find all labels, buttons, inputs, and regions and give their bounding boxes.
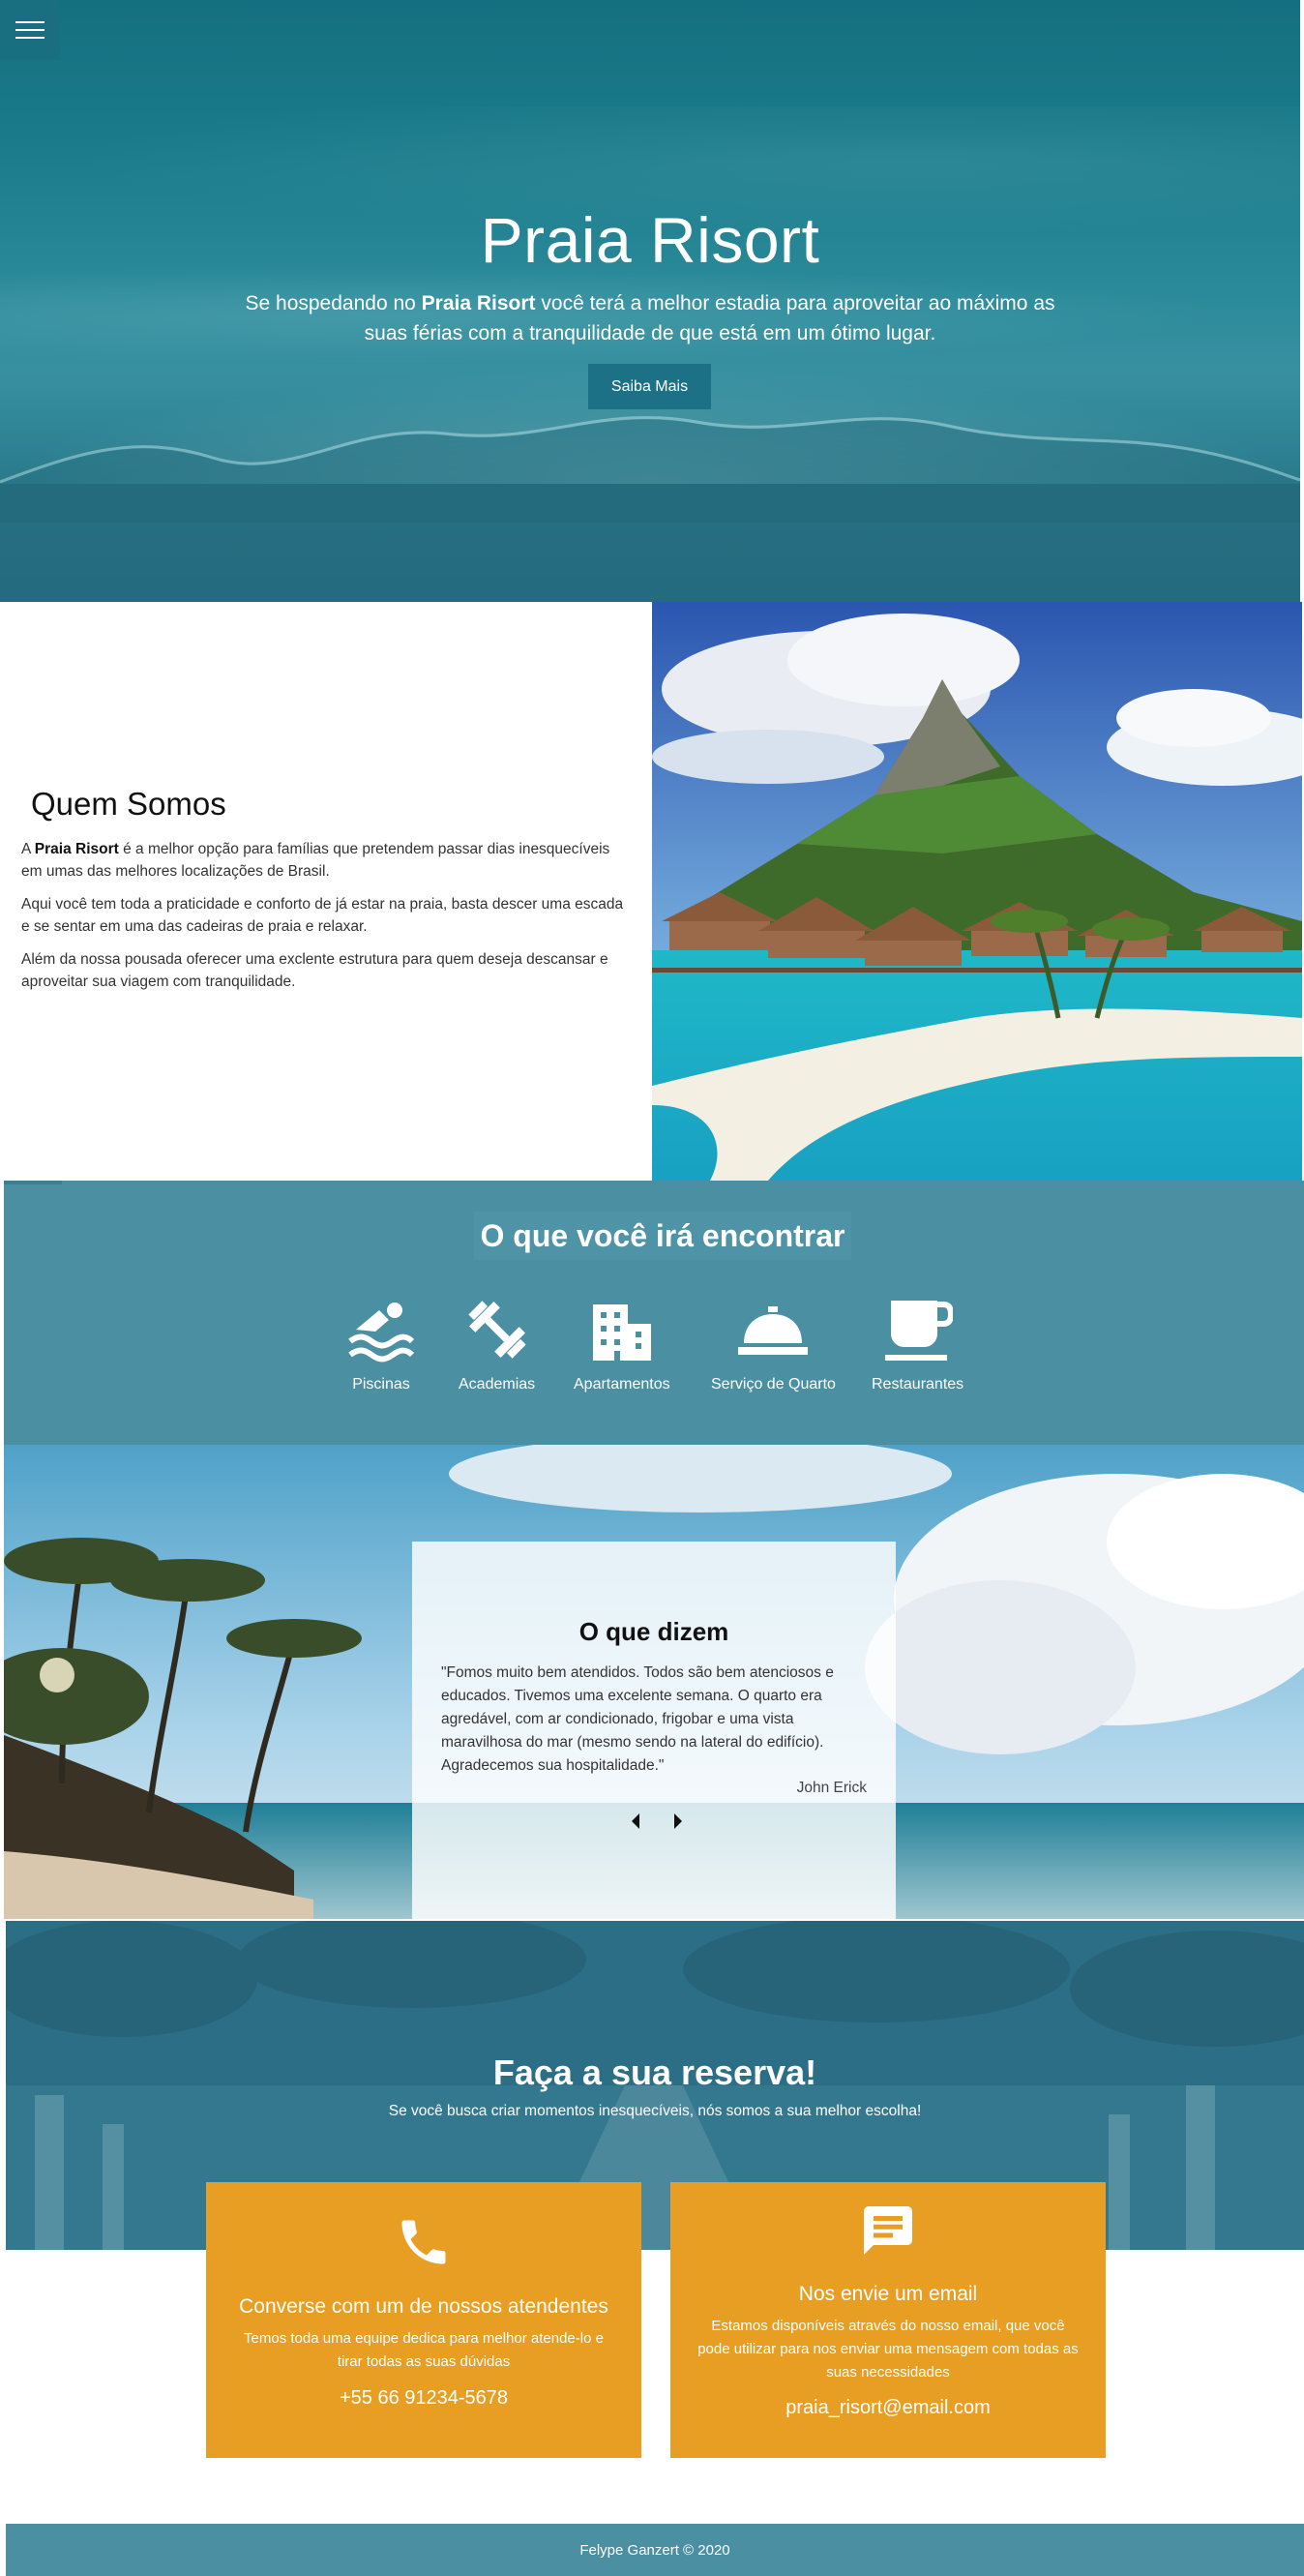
reservation-title: Faça a sua reserva! (492, 2052, 817, 2092)
testimonial-section: O que dizem "Fomos muito bem atendidos. … (4, 1445, 1304, 1919)
about-title: Quem Somos (31, 786, 226, 822)
swimmer-icon (348, 1303, 415, 1363)
dumbbell-icon (467, 1301, 526, 1359)
about-section: Quem Somos A Praia Risort é a melhor opç… (0, 602, 1304, 1181)
hamburger-menu-icon-bar (15, 37, 44, 39)
coffee-cup-icon (884, 1301, 953, 1361)
hamburger-menu-button[interactable] (0, 0, 60, 60)
message-icon (864, 2206, 912, 2255)
hero-subtitle-pre: Se hospedando no (245, 292, 422, 315)
hero-subtitle: Se hospedando no Praia Risort você terá … (222, 288, 1078, 348)
page: Praia Risort Se hospedando no Praia Riso… (0, 0, 1304, 2576)
reservation-subtitle: Se você busca criar momentos inesquecíve… (388, 2103, 922, 2119)
service-label: Restaurantes (872, 1376, 964, 1393)
carousel-prev-button[interactable] (625, 1811, 646, 1832)
service-label: Academias (459, 1376, 536, 1393)
email-card-text: Estamos disponíveis através do nosso ema… (697, 2318, 1079, 2381)
resort-island-image (652, 602, 1302, 1181)
service-restaurantes: Restaurantes (872, 1295, 963, 1393)
testimonial-card: O que dizem "Fomos muito bem atendidos. … (412, 1542, 896, 1919)
building-icon (592, 1304, 651, 1361)
hero-title: Praia Risort (480, 204, 820, 276)
about-p1-brand: Praia Risort (34, 841, 119, 857)
phone-icon (401, 2220, 446, 2264)
email-address-link[interactable]: praia_risort@email.com (670, 2397, 1106, 2419)
reservation-section: Faça a sua reserva! Se você busca criar … (6, 1921, 1304, 2250)
service-academias: Academias (459, 1295, 535, 1393)
testimonial-title: O que dizem (578, 1617, 729, 1646)
caret-left-icon (632, 1813, 639, 1829)
footer: Felype Ganzert © 2020 (6, 2524, 1304, 2576)
service-label: Piscinas (352, 1376, 410, 1393)
service-apartamentos: Apartamentos (574, 1295, 670, 1393)
about-paragraph: A Praia Risort é a melhor opção para fam… (21, 838, 633, 883)
about-p1-pre: A (21, 841, 35, 857)
decorative-corner (4, 1181, 62, 1184)
testimonial-author: John Erick (796, 1780, 867, 1796)
about-paragraph: Aqui você tem toda a praticidade e confo… (21, 896, 624, 935)
room-service-icon (738, 1306, 809, 1355)
hero-shore-overlay (0, 484, 1300, 602)
services-title: O que você irá encontrar (474, 1212, 851, 1260)
phone-number-link[interactable]: +55 66 91234-5678 (206, 2387, 641, 2410)
service-servico-de-quarto: Serviço de Quarto (711, 1295, 836, 1393)
about-paragraph: Além da nossa pousada oferecer uma excle… (21, 951, 608, 990)
phone-card-text: Temos toda uma equipe dedica para melhor… (244, 2330, 604, 2370)
carousel-next-button[interactable] (667, 1811, 689, 1832)
saiba-mais-button[interactable]: Saiba Mais (588, 364, 711, 409)
caret-right-icon (674, 1813, 682, 1829)
hamburger-menu-icon (15, 21, 44, 23)
services-section: O que você irá encontrar Piscinas Academ… (4, 1181, 1304, 1445)
phone-card-title: Converse com um de nossos atendentes (239, 2295, 608, 2318)
testimonial-quote: "Fomos muito bem atendidos. Todos são be… (441, 1664, 834, 1774)
service-piscinas: Piscinas (346, 1295, 416, 1393)
email-contact-card: Nos envie um email Estamos disponíveis a… (670, 2182, 1106, 2458)
about-text: A Praia Risort é a melhor opção para fam… (21, 838, 633, 1003)
hamburger-menu-icon-bar (15, 29, 44, 31)
phone-contact-card: Converse com um de nossos atendentes Tem… (206, 2182, 641, 2458)
hero-section: Praia Risort Se hospedando no Praia Riso… (0, 0, 1300, 602)
service-label: Serviço de Quarto (711, 1376, 836, 1393)
hero-subtitle-brand: Praia Risort (421, 292, 536, 315)
service-label: Apartamentos (574, 1376, 670, 1393)
email-card-title: Nos envie um email (798, 2283, 978, 2305)
footer-copyright: Felype Ganzert © 2020 (579, 2541, 730, 2559)
